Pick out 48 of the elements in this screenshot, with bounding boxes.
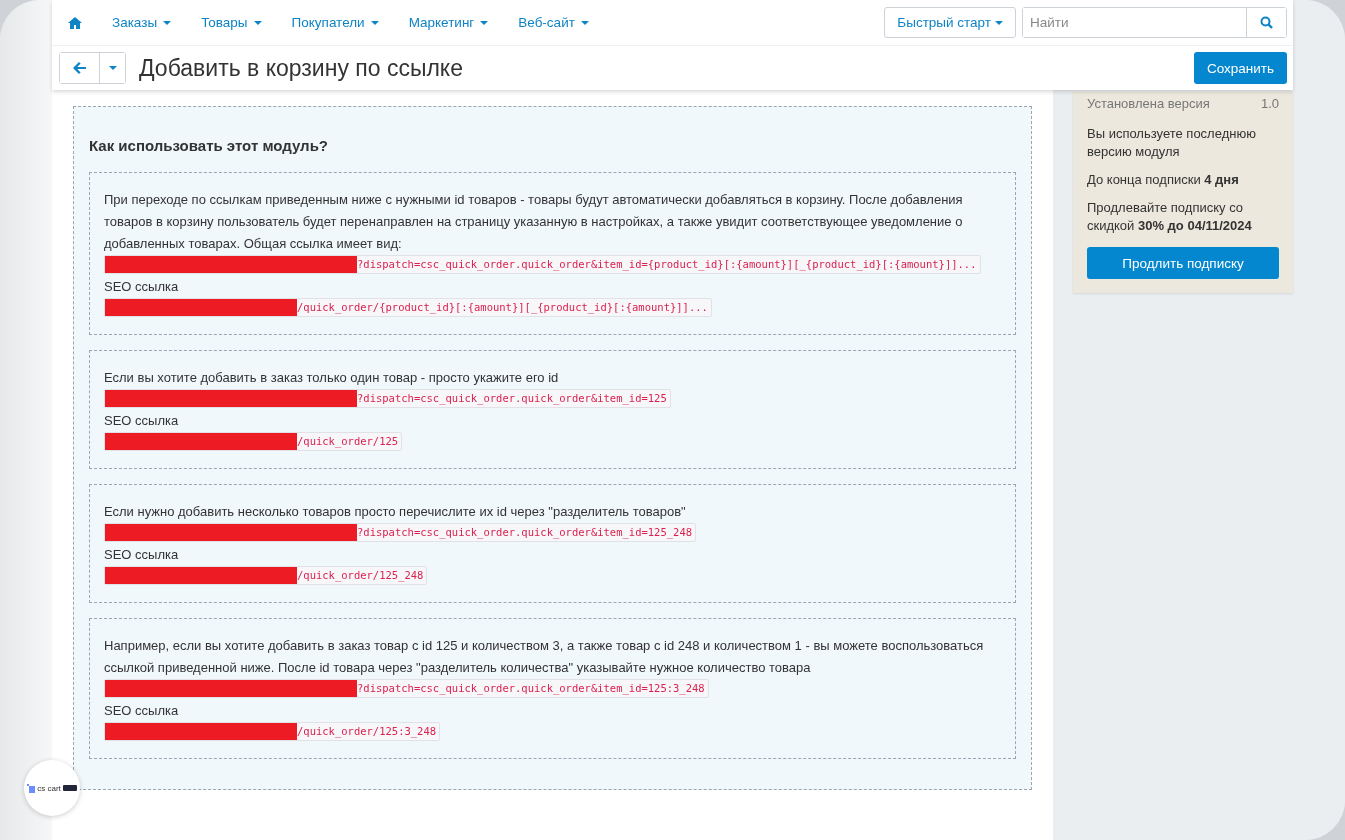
home-link[interactable] — [68, 16, 82, 29]
search-icon — [1260, 16, 1273, 29]
back-button[interactable] — [60, 53, 100, 83]
renew-subscription-button[interactable]: Продлить подписку — [1087, 247, 1279, 279]
subscription-note: До конца подписки 4 дня — [1087, 171, 1240, 189]
nav-menu[interactable]: Покупатели — [291, 15, 379, 30]
link-text: /quick_order/125:3_248 — [297, 724, 437, 740]
description-text: SEO ссылка — [104, 546, 180, 564]
nav-menu[interactable]: Товары — [201, 15, 262, 30]
link-text: ?dispatch=csc_quick_order.quick_order&item_id={product_id}[:{amount}][_{product_id}[:{amount}]]... — [357, 257, 977, 273]
version-number: 1.0 — [1260, 96, 1279, 111]
description-text: Если вы хотите добавить в заказ только один товар - просто укажите его id — [104, 369, 560, 387]
search-button[interactable] — [1246, 8, 1286, 37]
link-text: /quick_order/125 — [297, 434, 399, 450]
description-text: Если нужно добавить несколько товаров просто перечислите их id через "разделитель товаров" — [104, 503, 687, 521]
cube-icon — [27, 783, 36, 793]
subscription-note: Продлевайте подписку со скидкой 30% до 04/11/2024 — [1087, 199, 1253, 235]
home-icon — [68, 16, 82, 29]
page-title: Добавить в корзину по ссылке — [139, 54, 463, 82]
description-text: SEO ссылка — [104, 278, 180, 296]
nav-menu[interactable]: Маркетинг — [408, 15, 489, 30]
caret-icon — [163, 20, 172, 25]
description-text: Например, если вы хотите добавить в заказ товар с id 125 и количеством 3, а также товар с id 248 и количеством 1 - вы можете воспользоваться ссылкой приведенной ниже. После id товара через "разделитель количества" указывайте нужное количество товара — [104, 637, 985, 677]
save-button[interactable]: Сохранить — [1193, 52, 1287, 84]
subscription-note: Вы используете последнюю версию модуля — [1087, 125, 1257, 161]
description-text: При переходе по ссылкам приведенным ниже с нужными id товаров - товары будут автоматически добавляться в корзину. После добавления товаров в корзину пользователь будет перенаправлен на страницу указанную в настройках, а также увидит соответствующее уведомление о добавленных товарах. Общая ссылка имеет вид: — [104, 191, 964, 253]
link-text: ?dispatch=csc_quick_order.quick_order&item_id=125_248 — [357, 525, 693, 541]
caret-icon — [480, 20, 489, 25]
caret-icon — [370, 20, 379, 25]
caret-icon — [108, 66, 117, 70]
nav-menu[interactable]: Веб-сайт — [518, 15, 589, 30]
arrow-left-icon — [73, 62, 86, 74]
logo-text: cs cart — [37, 783, 61, 793]
link-text: /quick_order/125_248 — [297, 568, 424, 584]
search-bar[interactable]: Найти — [1022, 7, 1287, 38]
description-text: SEO ссылка — [104, 702, 180, 720]
caret-icon — [995, 20, 1003, 25]
help-heading: Как использовать этот модуль? — [89, 137, 330, 154]
quick-start-button[interactable]: Быстрый старт — [884, 7, 1016, 38]
link-text: ?dispatch=csc_quick_order.quick_order&item_id=125:3_248 — [357, 681, 705, 697]
description-text: SEO ссылка — [104, 412, 180, 430]
link-text: /quick_order/{product_id}[:{amount}][_{product_id}[:{amount}]]... — [297, 300, 708, 316]
version-label: Установлена версия — [1087, 96, 1210, 111]
nav-menu[interactable]: Заказы — [112, 15, 172, 30]
caret-icon — [253, 20, 262, 25]
link-text: ?dispatch=csc_quick_order.quick_order&item_id=125 — [357, 391, 667, 407]
caret-icon — [580, 20, 589, 25]
tag-icon — [62, 785, 77, 791]
